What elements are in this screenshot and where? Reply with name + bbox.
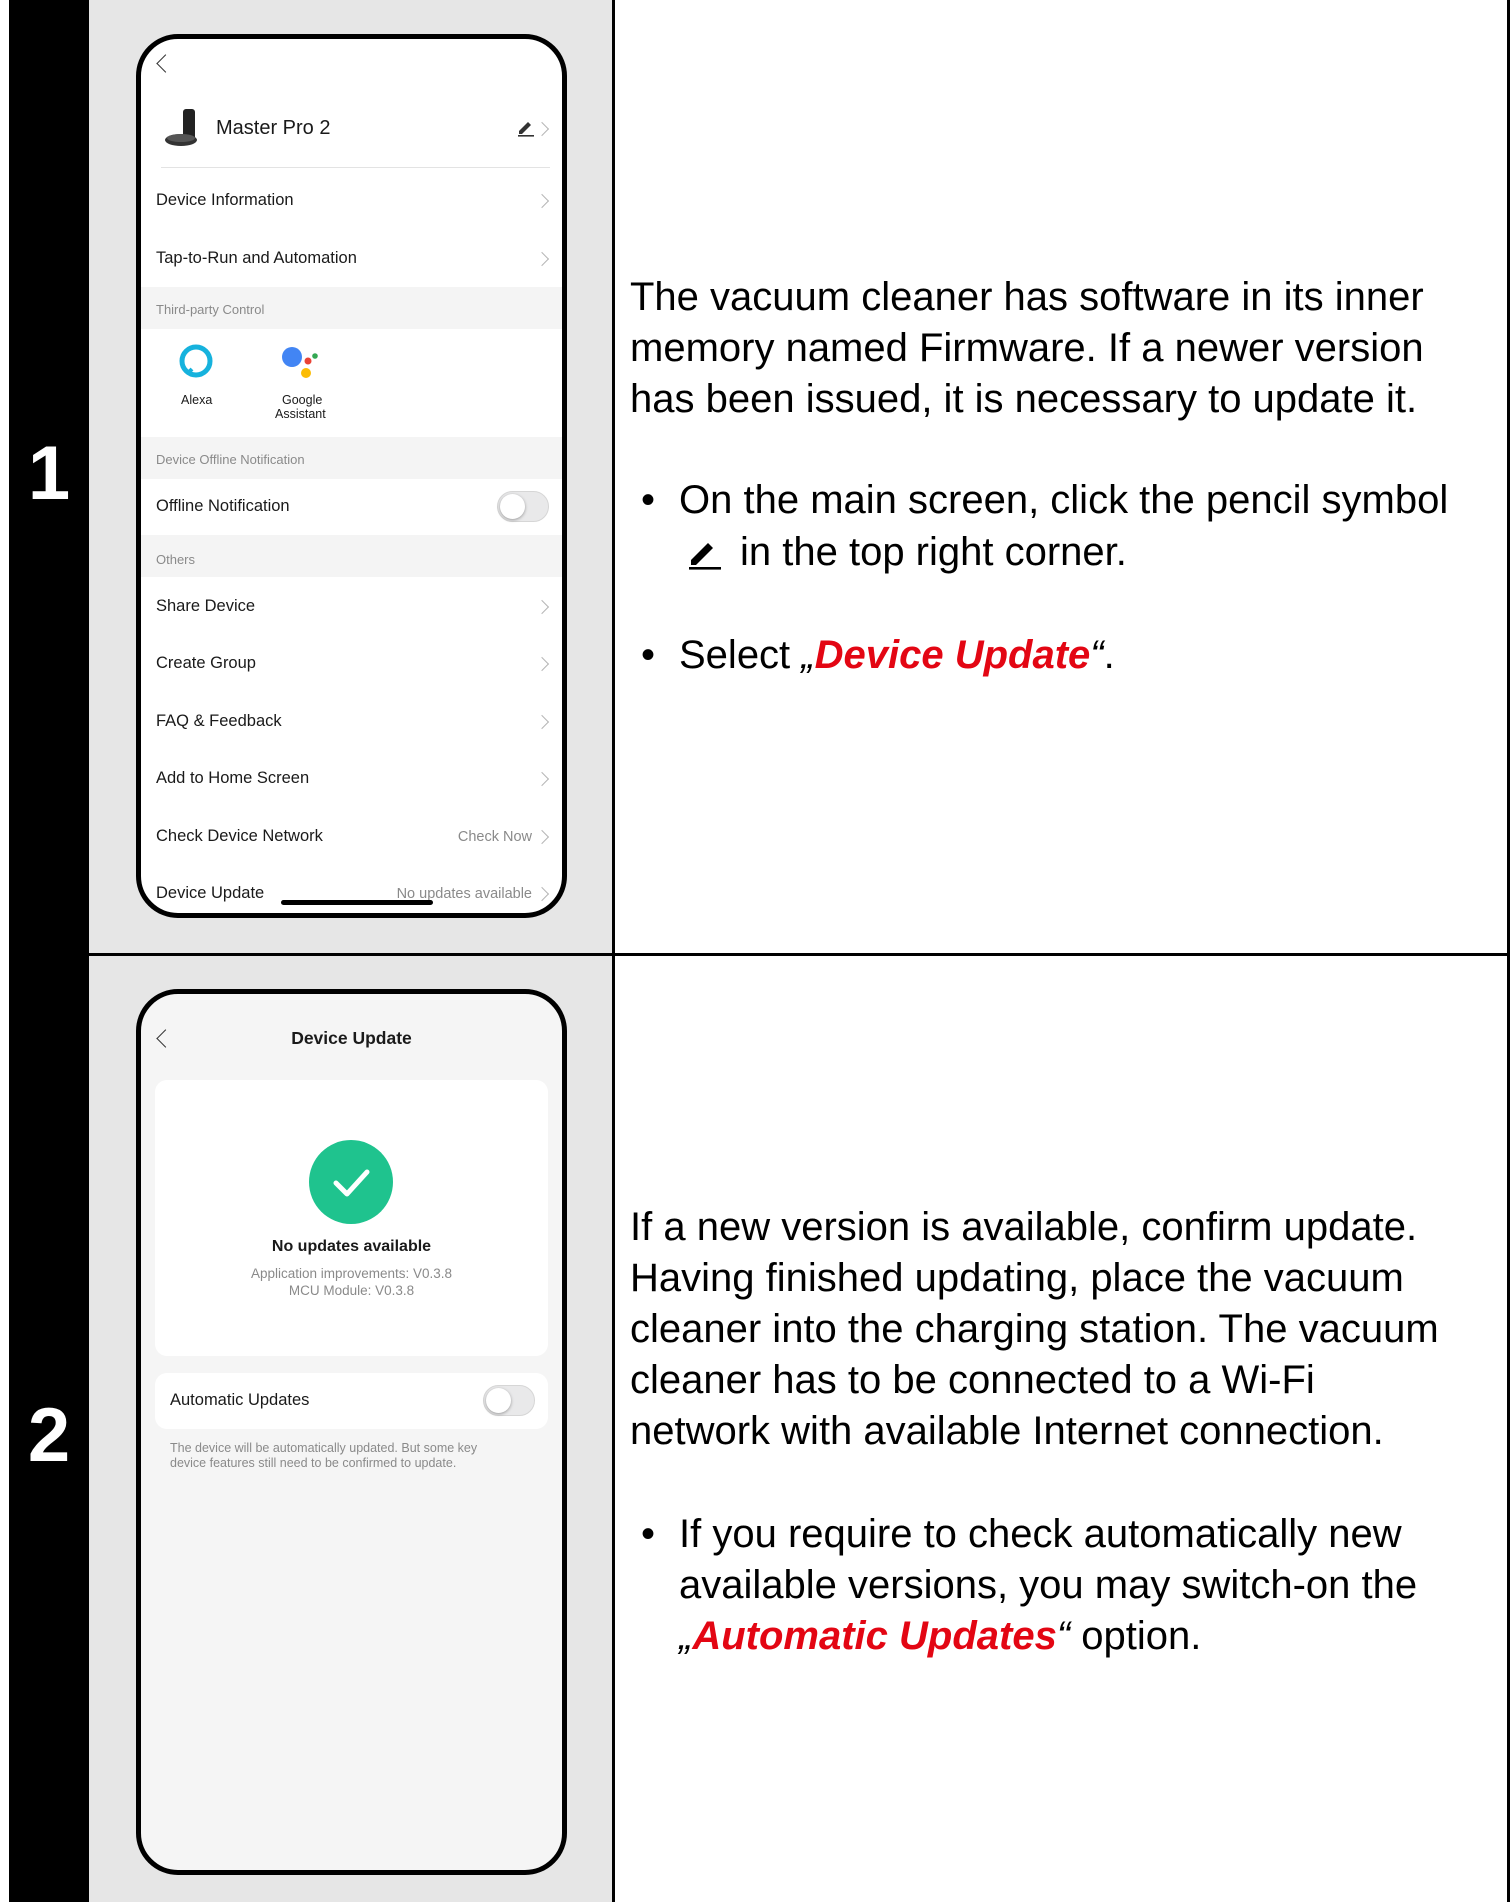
instructions-1-line2: memory named Firmware. If a newer versio…: [630, 326, 1424, 370]
instructions-2-line3: cleaner into the charging station. The v…: [630, 1307, 1439, 1351]
phone-screen-device-update: Device Update No updates available Appli…: [136, 989, 567, 1875]
section-third-party: Third-party Control: [141, 287, 562, 329]
bullet-dot: •: [641, 478, 656, 522]
bullet2-suffix: .: [1103, 633, 1115, 677]
instructions-2-line1: If a new version is available, confirm u…: [630, 1205, 1418, 1249]
instructions-2-bullet1-line3: „Automatic Updates“ option.: [679, 1611, 1201, 1662]
check-now-value: Check Now: [457, 829, 532, 845]
chevron-right-icon: [534, 714, 550, 730]
instructions-2-bullet1-line1: If you require to check automatically ne…: [679, 1512, 1402, 1556]
bullet2-prefix: Select: [679, 633, 802, 677]
section-title: Others: [156, 552, 196, 567]
mcu-version: MCU Module: V0.3.8: [288, 1283, 415, 1298]
chevron-right-icon: [534, 251, 550, 267]
device-update-highlight: Device Update: [814, 633, 1091, 677]
row-tap-to-run[interactable]: Tap-to-Run and Automation: [141, 231, 562, 287]
instructions-1-bullet1-line1: On the main screen, click the pencil sym…: [679, 478, 1449, 522]
row-label: Check Device Network: [156, 827, 323, 845]
app-version: Application improvements: V0.3.8: [250, 1266, 453, 1281]
row-create-group[interactable]: Create Group: [141, 636, 562, 692]
auto-update-note-line1: The device will be automatically updated…: [170, 1441, 478, 1455]
automatic-updates-label: Automatic Updates: [170, 1391, 310, 1409]
chevron-right-icon: [534, 886, 550, 902]
chevron-right-icon: [534, 599, 550, 615]
toggle-knob: [500, 494, 525, 519]
google-assistant-icon: [282, 347, 318, 378]
checkmark-circle-icon: [309, 1140, 393, 1224]
automatic-updates-toggle[interactable]: [483, 1385, 535, 1416]
update-status-card: No updates available Application improve…: [155, 1080, 548, 1356]
chevron-right-icon: [534, 771, 550, 787]
row-divider: [9, 953, 1510, 956]
step-number-1: 1: [27, 431, 71, 516]
alexa-label: Alexa: [181, 393, 213, 407]
instructions-2-line4: cleaner has to be connected to a Wi-Fi: [630, 1358, 1315, 1402]
chevron-right-icon: [534, 193, 550, 209]
device-name: Master Pro 2: [216, 117, 331, 139]
open-quote: „: [679, 1614, 693, 1658]
column-divider: [612, 0, 615, 1902]
pencil-icon[interactable]: [516, 119, 536, 137]
instructions-1-line1: The vacuum cleaner has software in its i…: [630, 275, 1424, 319]
instructions-1-line3: has been issued, it is necessary to upda…: [630, 377, 1418, 421]
row-label: Device Update: [156, 884, 265, 902]
row-faq-feedback[interactable]: FAQ & Feedback: [141, 694, 562, 750]
row-label: Create Group: [156, 654, 256, 672]
toggle-knob: [486, 1388, 511, 1413]
row-label: Tap-to-Run and Automation: [156, 249, 357, 267]
close-quote: “: [1056, 1614, 1071, 1658]
right-border: [1507, 0, 1510, 1902]
section-title: Third-party Control: [156, 302, 265, 317]
robot-vacuum-icon: [165, 109, 197, 146]
instructions-1-bullet1-line2: in the top right corner.: [740, 530, 1127, 574]
row-share-device[interactable]: Share Device: [141, 579, 562, 635]
row-label: Device Information: [156, 191, 294, 209]
instructions-1-bullet2: Select „Device Update“.: [679, 630, 1115, 681]
row-device-update[interactable]: Device Update No updates available: [141, 866, 562, 913]
row-label: Add to Home Screen: [156, 769, 310, 787]
update-status: No updates available: [271, 1238, 432, 1255]
offline-notification-toggle[interactable]: [497, 491, 549, 522]
section-title: Device Offline Notification: [156, 452, 305, 467]
alexa-item[interactable]: Alexa: [161, 335, 231, 415]
bullet-dot: •: [641, 633, 656, 677]
automatic-updates-highlight: Automatic Updates: [692, 1614, 1057, 1658]
back-icon[interactable]: [156, 54, 175, 73]
row-device-information[interactable]: Device Information: [141, 173, 562, 229]
instructions-2-line2: Having finished updating, place the vacu…: [630, 1256, 1404, 1300]
row-offline-notification: Offline Notification: [141, 479, 562, 535]
automatic-updates-row: Automatic Updates: [155, 1373, 548, 1429]
alexa-icon: [179, 344, 213, 378]
row-label: FAQ & Feedback: [156, 712, 282, 730]
instructions-2-line5: network with available Internet connecti…: [630, 1409, 1384, 1453]
row-label: Offline Notification: [156, 497, 290, 515]
divider: [161, 167, 550, 168]
phone-screen-settings: Master Pro 2 Device Information Tap-to-R…: [136, 34, 567, 918]
row-check-device-network[interactable]: Check Device Network Check Now: [141, 809, 562, 865]
google-assistant-item[interactable]: Google Assistant: [256, 335, 346, 427]
home-indicator: [281, 900, 433, 905]
bullet-dot: •: [641, 1512, 656, 1556]
bullet1-suffix: option.: [1070, 1614, 1202, 1658]
step-number-2: 2: [27, 1393, 71, 1478]
row-add-home-screen[interactable]: Add to Home Screen: [141, 751, 562, 807]
row-label: Share Device: [156, 597, 256, 615]
screen-title: Device Update: [291, 1028, 412, 1048]
open-quote: „: [801, 633, 815, 677]
pencil-icon: [689, 543, 721, 570]
instructions-2-bullet1-line2: available versions, you may switch-on th…: [679, 1563, 1418, 1607]
chevron-right-icon: [534, 656, 550, 672]
chevron-right-icon: [534, 829, 550, 845]
google-label-line1: Google: [282, 393, 323, 407]
step-number-column: [9, 0, 89, 1902]
close-quote: “: [1090, 633, 1104, 677]
section-others: Others: [141, 535, 562, 577]
section-offline: Device Offline Notification: [141, 437, 562, 479]
google-label-line2: Assistant: [275, 407, 326, 421]
chevron-right-icon: [534, 121, 550, 137]
auto-update-note-line2: device features still need to be confirm…: [170, 1456, 457, 1470]
